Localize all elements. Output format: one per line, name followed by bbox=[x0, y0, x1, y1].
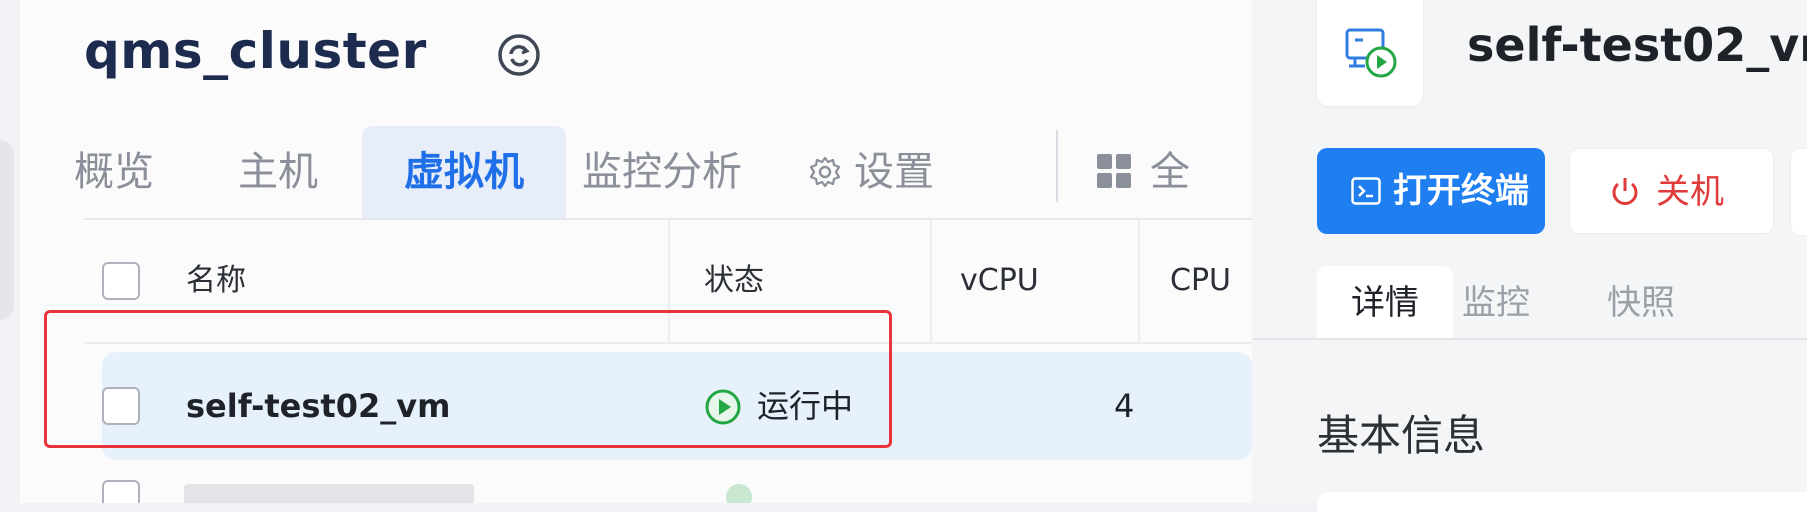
select-all-checkbox[interactable] bbox=[102, 262, 140, 300]
gear-icon bbox=[809, 156, 841, 188]
more-actions-button[interactable] bbox=[1790, 148, 1807, 236]
tab-details[interactable]: 详情 bbox=[1317, 266, 1453, 340]
vm-icon-container bbox=[1317, 0, 1423, 106]
left-panel-edge bbox=[0, 140, 14, 320]
column-vcpu[interactable]: vCPU bbox=[960, 220, 1039, 342]
tab-vms[interactable]: 虚拟机 bbox=[362, 126, 566, 218]
tab-settings-label: 设置 bbox=[854, 149, 934, 195]
tab-monitor[interactable]: 监控 bbox=[1462, 266, 1530, 340]
info-card bbox=[1317, 492, 1807, 512]
view-all-label[interactable]: 全 bbox=[1150, 126, 1190, 218]
cluster-title: qms_cluster bbox=[84, 22, 427, 80]
column-cpu[interactable]: CPU bbox=[1170, 220, 1231, 342]
vm-detail-title: self-test02_vm bbox=[1467, 18, 1807, 72]
open-terminal-button[interactable]: 打开终端 bbox=[1317, 148, 1545, 234]
cluster-panel: qms_cluster 概览 主机 虚拟机 监控分析 设置 全 名称 状态 vC… bbox=[20, 0, 1252, 503]
tab-monitoring[interactable]: 监控分析 bbox=[582, 126, 742, 218]
row-checkbox[interactable] bbox=[102, 480, 140, 503]
column-divider bbox=[930, 220, 932, 342]
cluster-tabs: 概览 主机 虚拟机 监控分析 设置 bbox=[74, 126, 1252, 218]
vm-running-icon bbox=[1345, 28, 1397, 78]
tab-snapshots[interactable]: 快照 bbox=[1607, 266, 1675, 340]
power-icon bbox=[1612, 178, 1638, 205]
tab-overview[interactable]: 概览 bbox=[74, 126, 154, 218]
refresh-icon[interactable] bbox=[494, 30, 544, 80]
grid-icon[interactable] bbox=[1095, 152, 1133, 190]
detail-tabs-underline bbox=[1252, 338, 1807, 340]
vm-detail-panel: self-test02_vm 打开终端 关机 详情 监控 快照 基本信息 bbox=[1252, 0, 1807, 512]
shutdown-label: 关机 bbox=[1656, 172, 1724, 212]
vm-vcpu: 4 bbox=[1114, 387, 1135, 425]
shutdown-button[interactable]: 关机 bbox=[1569, 148, 1774, 234]
tab-settings[interactable]: 设置 bbox=[808, 126, 934, 218]
section-basic-info: 基本信息 bbox=[1317, 411, 1486, 460]
table-row[interactable] bbox=[20, 466, 1252, 503]
column-divider bbox=[1138, 220, 1140, 342]
vm-name-partial bbox=[184, 484, 474, 503]
highlight-box bbox=[44, 310, 892, 448]
tabs-divider bbox=[1056, 130, 1058, 202]
tab-hosts[interactable]: 主机 bbox=[238, 126, 318, 218]
status-icon-partial bbox=[726, 484, 752, 503]
terminal-icon bbox=[1351, 177, 1381, 205]
open-terminal-label: 打开终端 bbox=[1393, 171, 1529, 211]
